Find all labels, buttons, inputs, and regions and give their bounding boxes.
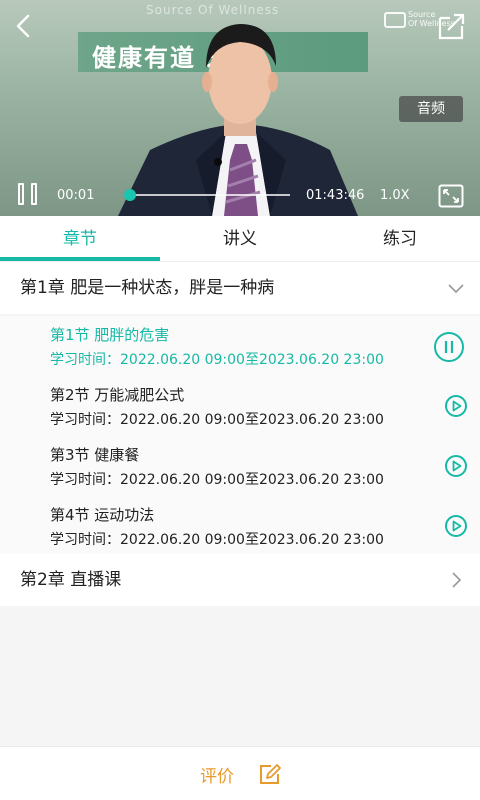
chapter-2-header[interactable]: 第2章 直播课 (0, 554, 480, 606)
pause-circle-icon[interactable] (433, 331, 465, 363)
lesson-time: 学习时间：2022.06.20 09:00至2023.06.20 23:00 (50, 532, 384, 548)
app-root: Source Of Wellness 健康有道 未来 Source Of Wel… (0, 0, 480, 800)
lesson-time: 学习时间：2022.06.20 09:00至2023.06.20 23:00 (50, 352, 384, 368)
chapter-title: 第2章 直播课 (20, 570, 122, 590)
tab-active-indicator (0, 257, 160, 261)
total-time: 01:43:46 (306, 188, 365, 203)
lesson-item-3[interactable]: 第3节 健康餐 学习时间：2022.06.20 09:00至2023.06.20… (0, 436, 480, 496)
review-button[interactable]: 评价 (200, 757, 290, 791)
play-circle-icon[interactable] (444, 514, 468, 538)
lesson-time: 学习时间：2022.06.20 09:00至2023.06.20 23:00 (50, 472, 384, 488)
playback-speed-button[interactable]: 1.0X (380, 188, 410, 203)
edit-icon (260, 764, 281, 784)
play-circle-icon[interactable] (444, 394, 468, 418)
bottom-bar: 评价 (0, 746, 480, 800)
lesson-item-2[interactable]: 第2节 万能减肥公式 学习时间：2022.06.20 09:00至2023.06… (0, 376, 480, 436)
fullscreen-icon[interactable] (438, 184, 464, 208)
chapter-1-header[interactable]: 第1章 肥是一种状态，胖是一种病 (0, 262, 480, 314)
lesson-title: 第1节 肥胖的危害 (50, 326, 170, 344)
lesson-list: 第1节 肥胖的危害 学习时间：2022.06.20 09:00至2023.06.… (0, 316, 480, 554)
lesson-title: 第4节 运动功法 (50, 506, 155, 524)
pause-icon[interactable] (18, 183, 40, 207)
tab-handouts[interactable]: 讲义 (160, 216, 320, 262)
audio-mode-button[interactable]: 音频 (399, 96, 463, 122)
lesson-title: 第2节 万能减肥公式 (50, 386, 185, 404)
play-circle-icon[interactable] (444, 454, 468, 478)
progress-slider[interactable] (124, 189, 290, 201)
current-time: 00:01 (57, 188, 95, 203)
share-icon[interactable] (434, 10, 468, 42)
chevron-right-icon (452, 572, 462, 588)
lesson-item-4[interactable]: 第4节 运动功法 学习时间：2022.06.20 09:00至2023.06.2… (0, 496, 480, 556)
video-controls: 00:01 01:43:46 1.0X (0, 178, 480, 214)
lesson-item-1[interactable]: 第1节 肥胖的危害 学习时间：2022.06.20 09:00至2023.06.… (0, 316, 480, 376)
lesson-title: 第3节 健康餐 (50, 446, 140, 464)
empty-content-area (0, 606, 480, 746)
chapter-title: 第1章 肥是一种状态，胖是一种病 (20, 278, 275, 298)
review-label: 评价 (200, 767, 234, 787)
chevron-down-icon (448, 284, 464, 294)
tab-bar: 章节 讲义 练习 (0, 216, 480, 262)
tab-chapters[interactable]: 章节 (0, 216, 160, 262)
progress-knob[interactable] (124, 189, 136, 201)
back-arrow-icon[interactable] (10, 10, 38, 42)
tab-exercises[interactable]: 练习 (320, 216, 480, 262)
video-player[interactable]: Source Of Wellness 健康有道 未来 Source Of Wel… (0, 0, 480, 216)
lesson-time: 学习时间：2022.06.20 09:00至2023.06.20 23:00 (50, 412, 384, 428)
